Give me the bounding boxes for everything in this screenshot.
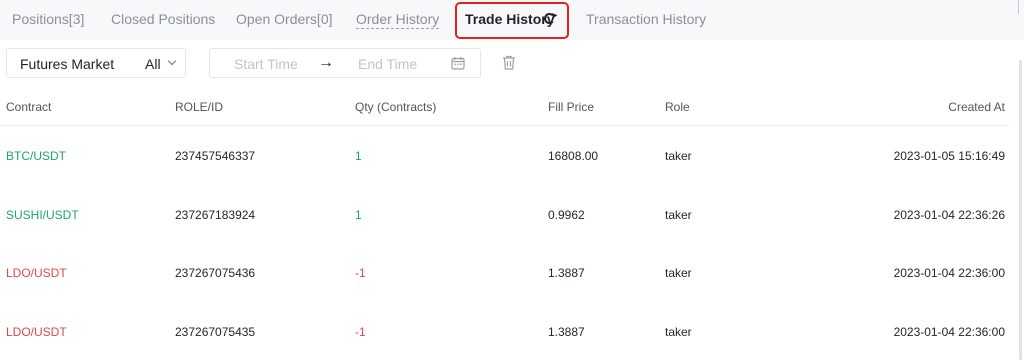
row-contract[interactable]: LDO/USDT bbox=[6, 266, 67, 280]
arrow-right-icon: → bbox=[318, 54, 334, 71]
row-qty: 1 bbox=[355, 149, 362, 163]
row-role: taker bbox=[665, 149, 692, 163]
table-row: BTC/USDT 237457546337 1 16808.00 taker 2… bbox=[0, 149, 1024, 169]
end-time-input[interactable]: End Time bbox=[358, 56, 417, 72]
row-created-at: 2023-01-04 22:36:00 bbox=[893, 325, 1005, 339]
table-row: SUSHI/USDT 237267183924 1 0.9962 taker 2… bbox=[0, 208, 1024, 228]
row-created-at: 2023-01-05 15:16:49 bbox=[893, 149, 1005, 163]
table-row: LDO/USDT 237267075435 -1 1.3887 taker 20… bbox=[0, 325, 1024, 345]
header-divider bbox=[0, 125, 1010, 126]
tab-bar: Positions[3] Closed Positions Open Order… bbox=[0, 0, 1024, 40]
row-role: taker bbox=[665, 266, 692, 280]
chevron-down-icon bbox=[167, 56, 177, 66]
header-role-id: ROLE/ID bbox=[175, 100, 224, 114]
row-id: 237267183924 bbox=[175, 208, 256, 222]
market-select-value: All bbox=[145, 56, 161, 72]
scrollbar[interactable] bbox=[1019, 60, 1022, 360]
row-id: 237267075435 bbox=[175, 325, 256, 339]
trash-icon[interactable] bbox=[502, 55, 516, 70]
tab-closed-positions[interactable]: Closed Positions bbox=[111, 11, 215, 27]
row-fill-price: 1.3887 bbox=[548, 325, 585, 339]
header-qty: Qty (Contracts) bbox=[355, 100, 437, 114]
table-row: LDO/USDT 237267075436 -1 1.3887 taker 20… bbox=[0, 266, 1024, 286]
header-created-at: Created At bbox=[948, 100, 1005, 114]
tab-open-orders[interactable]: Open Orders[0] bbox=[236, 11, 333, 27]
row-qty: -1 bbox=[355, 325, 366, 339]
tab-positions[interactable]: Positions[3] bbox=[12, 11, 84, 27]
row-fill-price: 1.3887 bbox=[548, 266, 585, 280]
tab-transaction-history[interactable]: Transaction History bbox=[586, 11, 706, 27]
tab-separator bbox=[1018, 0, 1022, 14]
row-id: 237457546337 bbox=[175, 149, 256, 163]
row-contract[interactable]: BTC/USDT bbox=[6, 149, 66, 163]
tab-order-history[interactable]: Order History bbox=[356, 11, 440, 29]
row-id: 237267075436 bbox=[175, 266, 256, 280]
market-select[interactable]: Futures Market All bbox=[6, 48, 186, 78]
date-range-picker[interactable]: Start Time → End Time bbox=[209, 48, 481, 78]
tab-highlight-box bbox=[455, 2, 569, 39]
row-created-at: 2023-01-04 22:36:26 bbox=[893, 208, 1005, 222]
row-contract[interactable]: SUSHI/USDT bbox=[6, 208, 79, 222]
row-created-at: 2023-01-04 22:36:00 bbox=[893, 266, 1005, 280]
header-fill-price: Fill Price bbox=[548, 100, 595, 114]
header-role: Role bbox=[665, 100, 690, 114]
row-fill-price: 0.9962 bbox=[548, 208, 585, 222]
row-qty: -1 bbox=[355, 266, 366, 280]
start-time-input[interactable]: Start Time bbox=[234, 56, 298, 72]
calendar-icon bbox=[451, 57, 465, 70]
market-select-label: Futures Market bbox=[20, 56, 115, 72]
row-contract[interactable]: LDO/USDT bbox=[6, 325, 67, 339]
header-contract: Contract bbox=[6, 100, 52, 114]
row-role: taker bbox=[665, 325, 692, 339]
row-role: taker bbox=[665, 208, 692, 222]
row-fill-price: 16808.00 bbox=[548, 149, 599, 163]
row-qty: 1 bbox=[355, 208, 362, 222]
